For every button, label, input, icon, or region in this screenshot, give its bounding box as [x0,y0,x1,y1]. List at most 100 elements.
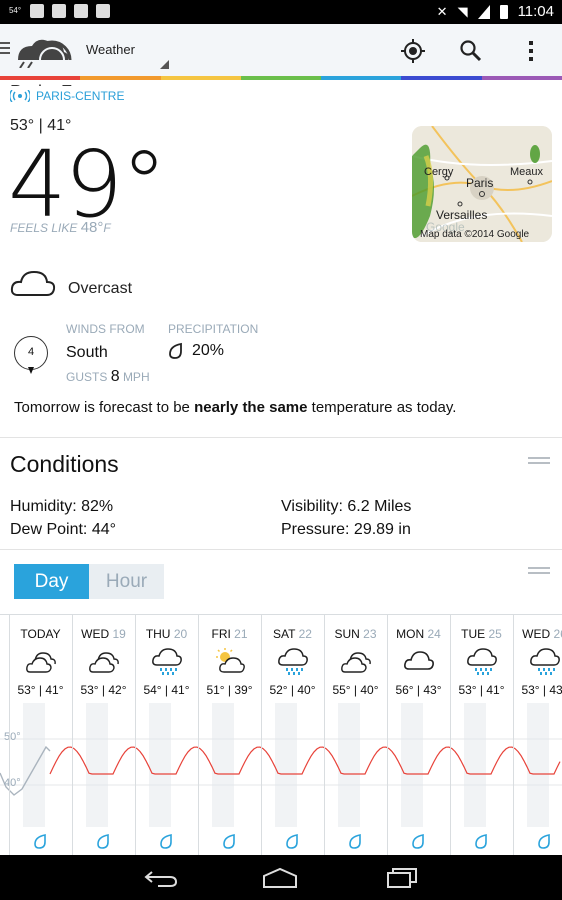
rain-icon [152,648,182,675]
station-name: PARIS-CENTRE [36,89,125,103]
raindrop-icon [349,834,361,849]
forecast-day-name: THU 20 [145,627,188,641]
cloudy-icon [89,652,119,673]
forecast-day-name: SUN 23 [334,627,377,641]
map-label-cergy: Cergy [424,166,454,178]
divider [0,437,562,438]
forecast-day[interactable]: TODAY 53° | 41° [9,615,72,856]
forecast-day-name: FRI 21 [211,627,248,641]
app-logo-icon[interactable] [10,34,72,68]
image-icon [30,4,44,18]
navigation-bar [0,855,562,900]
tab-day[interactable]: Day [14,564,89,599]
raindrop-icon [475,834,487,849]
raindrop-icon [412,834,424,849]
play-store-icon [96,4,110,18]
station-selector[interactable]: PARIS-CENTRE [10,89,124,103]
mail-icon [52,4,66,18]
feels-like-value: 48° [80,219,104,236]
feels-like-label: FEELS LIKE [10,221,78,235]
raindrop-icon [223,834,235,849]
raindrop-icon [169,342,182,359]
column-separator [198,615,199,856]
partly-sunny-icon [216,648,245,673]
home-icon[interactable] [262,867,298,889]
cloud-icon [10,270,56,296]
clock: 11:04 [517,3,554,20]
back-icon[interactable] [144,868,178,888]
drawer-icon[interactable] [0,42,10,56]
precipitation-value: 20% [192,342,225,359]
forecast-day-name: TUE 25 [461,627,502,641]
action-bar: Weather [0,24,562,76]
forecast-day[interactable]: SAT 22 52° | 40° [261,615,324,856]
search-button[interactable] [456,36,486,66]
recent-apps-icon[interactable] [386,867,418,889]
forecast-high-low: 54° | 41° [143,683,190,697]
gusts-value: 8 [110,368,120,385]
precipitation: 20% [168,342,224,360]
column-separator [387,615,388,856]
forecast-day[interactable]: WED 19 53° | 42° [72,615,135,856]
tomorrow-emphasis: nearly the same [194,399,308,416]
rain-icon [467,648,497,675]
forecast-high-low: 55° | 40° [332,683,379,697]
humidity: Humidity: 82% [10,498,114,515]
gusts-label: GUSTS [66,370,108,384]
raindrop-icon [160,834,172,849]
visibility: Visibility: 6.2 Miles [281,498,412,515]
daily-forecast-strip[interactable]: 50° 40° TODAY 53° | 41° WED 19 53° | 42° THU… [0,614,562,856]
bluetooth-icon: ✕ [436,3,448,19]
locate-button[interactable] [398,36,428,66]
map-label-meaux: Meaux [510,166,544,178]
drag-handle-icon[interactable] [528,567,550,576]
forecast-high-low: 53° | 41° [17,683,64,697]
condition-text: Overcast [68,280,133,297]
forecast-high-low: 56° | 43° [395,683,442,697]
forecast-day[interactable]: WED 26 53° | 43° [513,615,562,856]
column-separator [135,615,136,856]
app-title[interactable]: Weather [86,42,135,57]
temperature-badge: 54° [8,6,22,15]
overflow-menu-button[interactable] [516,36,546,66]
check-icon [74,4,88,18]
drag-handle-icon[interactable] [528,457,550,466]
pressure: Pressure: 29.89 in [281,521,411,538]
forecast-day[interactable]: SUN 23 55° | 40° [324,615,387,856]
current-condition: Overcast [10,268,132,298]
cloudy-icon [26,652,56,673]
forecast-day[interactable]: THU 20 54° | 41° [135,615,198,856]
feels-like-unit: F [103,221,111,235]
tomorrow-text-end: temperature as today. [307,399,457,416]
location-name[interactable]: Paris, France [10,82,117,86]
forecast-day-name: TODAY [20,627,61,641]
column-separator [72,615,73,856]
wind-direction: South [66,344,108,361]
gusts: GUSTS 8 MPH [66,368,150,386]
dew-point: Dew Point: 44° [10,521,117,538]
column-separator [261,615,262,856]
radar-map[interactable]: Cergy Paris Meaux Versailles Google Map … [412,126,552,242]
map-label-paris: Paris [466,176,494,190]
forecast-day[interactable]: MON 24 56° | 43° [387,615,450,856]
wind-compass: 4 [14,336,48,370]
precipitation-label: PRECIPITATION [168,322,259,336]
tab-hour[interactable]: Hour [89,564,164,599]
wind-direction-icon [28,367,34,374]
color-strip [0,76,562,80]
rain-icon [278,648,308,675]
dropdown-indicator-icon[interactable] [160,60,169,69]
column-separator [450,615,451,856]
map-credit: Map data ©2014 Google [420,229,530,240]
forecast-day[interactable]: TUE 25 53° | 41° [450,615,513,856]
forecast-day-name: WED 26 [522,627,562,641]
forecast-high-low: 53° | 41° [458,683,505,697]
forecast-day[interactable]: FRI 21 51° | 39° [198,615,261,856]
status-bar: 54° ✕ ◥ 11:04 [0,0,562,24]
forecast-day-name: MON 24 [396,627,441,641]
forecast-high-low: 51° | 39° [206,683,253,697]
raindrop-icon [538,834,550,849]
raindrop-icon [34,834,46,849]
winds-label: WINDS FROM [66,322,145,336]
cloud-icon [404,651,434,670]
